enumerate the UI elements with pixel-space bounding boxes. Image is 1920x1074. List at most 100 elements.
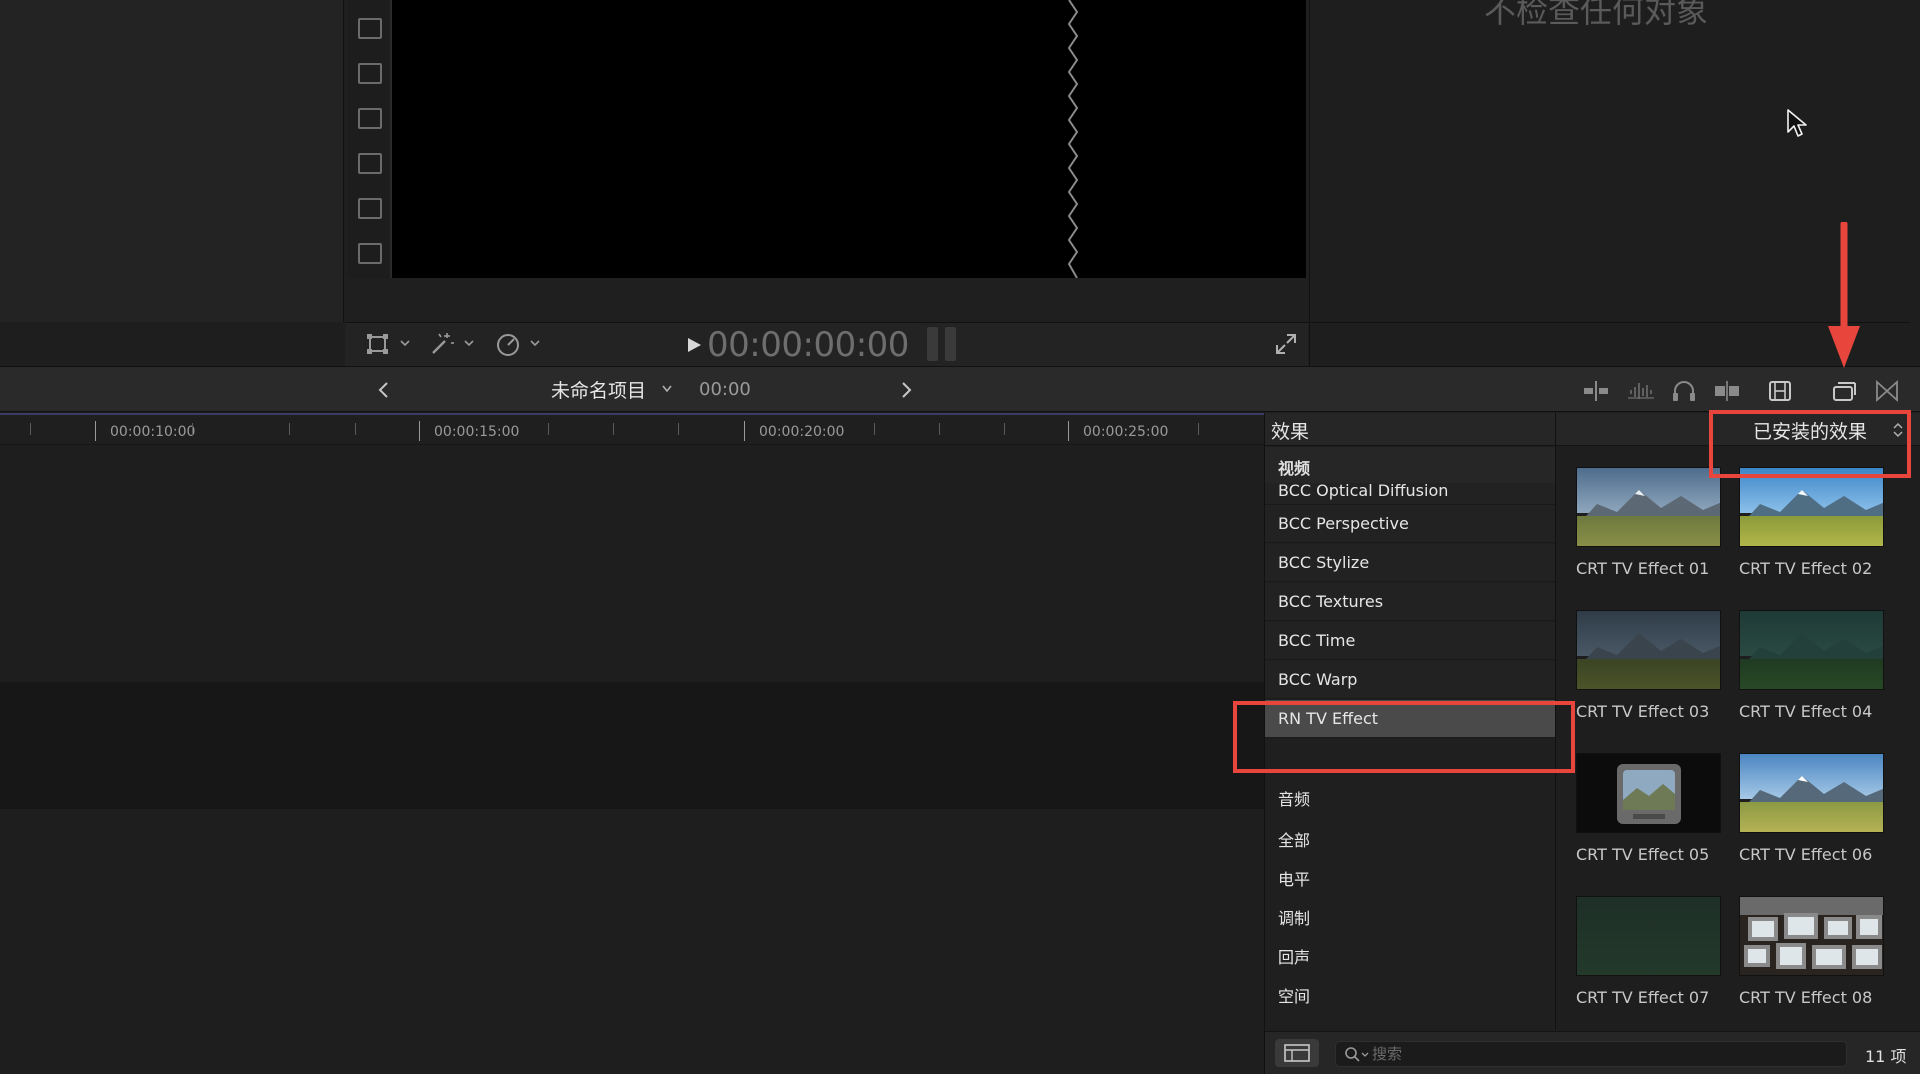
effect-preview-image xyxy=(1739,896,1884,976)
effect-thumbnail-card[interactable]: CRT TV Effect 08 xyxy=(1739,896,1884,1026)
category-item[interactable]: 全部 xyxy=(1265,818,1555,856)
effect-preview-image xyxy=(1576,896,1721,976)
timeline[interactable]: 00:00:10:00 00:00:15:00 00:00:20:00 00:0… xyxy=(0,413,1264,1074)
film-sprocket-hole xyxy=(358,153,382,174)
torn-edge-graphic xyxy=(1067,0,1079,278)
effect-name: CRT TV Effect 02 xyxy=(1739,559,1873,578)
ruler-tick xyxy=(1004,423,1005,435)
highlight-box xyxy=(1709,410,1911,478)
category-header-label: 视频 xyxy=(1278,459,1311,478)
category-item[interactable]: BCC Textures xyxy=(1265,583,1555,621)
ruler-tick xyxy=(192,423,193,435)
effect-preview-image xyxy=(1739,610,1884,690)
category-item-label: BCC Time xyxy=(1278,631,1356,650)
timeline-ruler[interactable]: 00:00:10:00 00:00:15:00 00:00:20:00 00:0… xyxy=(0,413,1264,445)
snapping-icon[interactable] xyxy=(1713,378,1741,404)
ruler-label: 00:00:10:00 xyxy=(110,424,196,440)
audio-skimming-icon[interactable] xyxy=(1627,378,1655,404)
effects-thumbnail-grid: CRT TV Effect 01 CRT TV Effect 02 CRT TV… xyxy=(1556,447,1920,1030)
category-item[interactable]: BCC Time xyxy=(1265,622,1555,660)
arrow-down-annotation xyxy=(1828,222,1860,368)
search-field[interactable] xyxy=(1335,1041,1847,1067)
ruler-tick xyxy=(1068,421,1069,441)
category-header-audio[interactable]: 音频 xyxy=(1265,777,1555,815)
chevron-down-icon[interactable] xyxy=(399,337,411,349)
magic-wand-icon[interactable] xyxy=(429,331,455,357)
category-item[interactable]: BCC Stylize xyxy=(1265,544,1555,582)
effect-thumbnail-card[interactable]: CRT TV Effect 01 xyxy=(1576,467,1721,597)
inspector-empty-message: 不检查任何对象 xyxy=(1484,0,1709,30)
category-item-label: 调制 xyxy=(1278,909,1311,928)
effect-name: CRT TV Effect 03 xyxy=(1576,702,1710,721)
top-area: 00:00:00:00 不检查任何对象 xyxy=(0,0,1920,366)
effect-name: CRT TV Effect 05 xyxy=(1576,845,1710,864)
audio-meter-icon xyxy=(927,327,956,361)
category-item-label: BCC Textures xyxy=(1278,592,1384,611)
effect-preview-image xyxy=(1576,753,1721,833)
clip-appearance-icon[interactable] xyxy=(1766,378,1794,404)
skimming-icon[interactable] xyxy=(1582,378,1610,404)
effect-thumbnail-card[interactable]: CRT TV Effect 03 xyxy=(1576,610,1721,740)
search-icon[interactable] xyxy=(1344,1046,1370,1064)
ruler-tick xyxy=(874,423,875,435)
category-item-label: BCC Perspective xyxy=(1278,514,1409,533)
primary-storyline[interactable] xyxy=(0,682,1264,809)
effects-footer: 11 项 xyxy=(1265,1031,1920,1074)
chevron-left-icon[interactable] xyxy=(374,379,394,401)
effect-thumbnail-card[interactable]: CRT TV Effect 04 xyxy=(1739,610,1884,740)
category-item[interactable]: 空间 xyxy=(1265,974,1555,1012)
category-item[interactable]: 回声 xyxy=(1265,935,1555,973)
chevron-down-icon[interactable] xyxy=(463,337,475,349)
category-item-label: 电平 xyxy=(1278,870,1311,889)
category-item[interactable]: BCC Optical Diffusion xyxy=(1265,481,1555,505)
effect-thumbnail-card[interactable]: CRT TV Effect 06 xyxy=(1739,753,1884,883)
sidebar-toggle-button[interactable] xyxy=(1275,1039,1319,1067)
effect-preview-image xyxy=(1576,610,1721,690)
ruler-tick xyxy=(744,421,745,441)
ruler-label: 00:00:15:00 xyxy=(434,424,520,440)
category-item[interactable]: 调制 xyxy=(1265,896,1555,934)
effect-thumbnail-card[interactable]: CRT TV Effect 02 xyxy=(1739,467,1884,597)
effect-thumbnail-card[interactable]: CRT TV Effect 07 xyxy=(1576,896,1721,1026)
headphones-icon[interactable] xyxy=(1670,378,1698,404)
effects-browser-icon[interactable] xyxy=(1830,378,1858,404)
speed-gauge-icon[interactable] xyxy=(495,331,521,357)
ruler-tick xyxy=(355,423,356,435)
play-icon[interactable] xyxy=(683,333,705,357)
project-duration: 00:00 xyxy=(699,379,751,400)
item-count: 11 项 xyxy=(1865,1047,1907,1066)
ruler-label: 00:00:20:00 xyxy=(759,424,845,440)
category-item-label: BCC Stylize xyxy=(1278,553,1370,572)
divider xyxy=(1310,322,1910,323)
chevron-down-icon[interactable] xyxy=(529,337,541,349)
category-item[interactable]: 电平 xyxy=(1265,857,1555,895)
film-sprocket-hole xyxy=(358,18,382,39)
effect-name: CRT TV Effect 01 xyxy=(1576,559,1710,578)
fullscreen-icon[interactable] xyxy=(1273,331,1299,357)
search-input[interactable] xyxy=(1372,1044,1832,1064)
ruler-tick xyxy=(419,421,420,441)
library-browser-pane xyxy=(0,0,344,322)
chevron-right-icon[interactable] xyxy=(896,379,916,401)
highlight-box xyxy=(1233,701,1575,773)
effect-thumbnail-card[interactable]: CRT TV Effect 05 xyxy=(1576,753,1721,883)
viewer-toolbar: 00:00:00:00 xyxy=(345,323,1308,366)
sidebar-toggle-icon xyxy=(1284,1044,1310,1062)
film-sprocket-hole xyxy=(358,243,382,264)
category-item[interactable]: BCC Warp xyxy=(1265,661,1555,699)
ruler-tick xyxy=(289,423,290,435)
effect-preview-image xyxy=(1739,467,1884,547)
transform-icon[interactable] xyxy=(365,331,391,357)
ruler-tick xyxy=(1198,423,1199,435)
project-name[interactable]: 未命名项目 xyxy=(551,376,646,403)
ruler-tick xyxy=(30,423,31,435)
viewer-timecode: 00:00:00:00 xyxy=(707,325,909,365)
effect-name: CRT TV Effect 07 xyxy=(1576,988,1710,1007)
category-item[interactable]: BCC Perspective xyxy=(1265,505,1555,543)
chevron-down-icon[interactable] xyxy=(660,383,674,395)
ruler-tick xyxy=(95,421,96,441)
category-header-video[interactable]: 视频 xyxy=(1265,447,1555,483)
film-sprocket-hole xyxy=(358,198,382,219)
transitions-browser-icon[interactable] xyxy=(1873,378,1901,404)
effects-title: 效果 xyxy=(1271,421,1310,443)
